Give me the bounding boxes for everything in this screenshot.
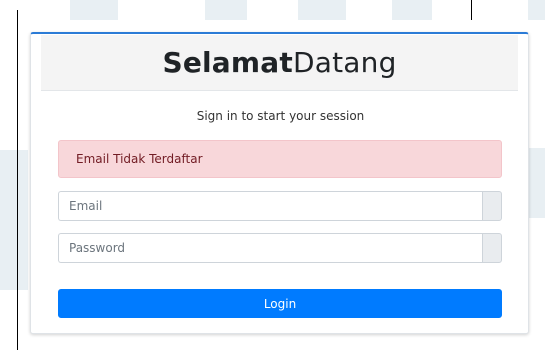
error-alert: Email Tidak Terdaftar <box>58 140 502 178</box>
email-input-group <box>58 191 502 221</box>
login-subtitle: Sign in to start your session <box>196 109 365 123</box>
email-addon <box>482 191 502 221</box>
title-bold: Selamat <box>162 46 293 79</box>
password-input-group <box>58 233 502 263</box>
password-field[interactable] <box>58 233 482 263</box>
page-title: SelamatDatang <box>162 46 396 79</box>
login-button[interactable]: Login <box>58 289 502 318</box>
title-regular: Datang <box>292 46 397 79</box>
background-watermark <box>0 150 28 290</box>
background-watermark <box>392 0 432 20</box>
background-watermark <box>528 148 545 218</box>
divider-line <box>471 0 472 20</box>
card-header: SelamatDatang <box>41 35 518 91</box>
background-watermark <box>205 0 247 20</box>
login-card: SelamatDatang Sign in to start your sess… <box>30 32 529 334</box>
divider-line <box>17 10 18 350</box>
background-watermark <box>70 0 118 20</box>
login-page: SelamatDatang Sign in to start your sess… <box>0 0 545 350</box>
email-field[interactable] <box>58 191 482 221</box>
background-watermark <box>298 0 346 20</box>
alert-message: Email Tidak Terdaftar <box>76 152 203 166</box>
password-addon <box>482 233 502 263</box>
background-watermark <box>528 0 545 20</box>
